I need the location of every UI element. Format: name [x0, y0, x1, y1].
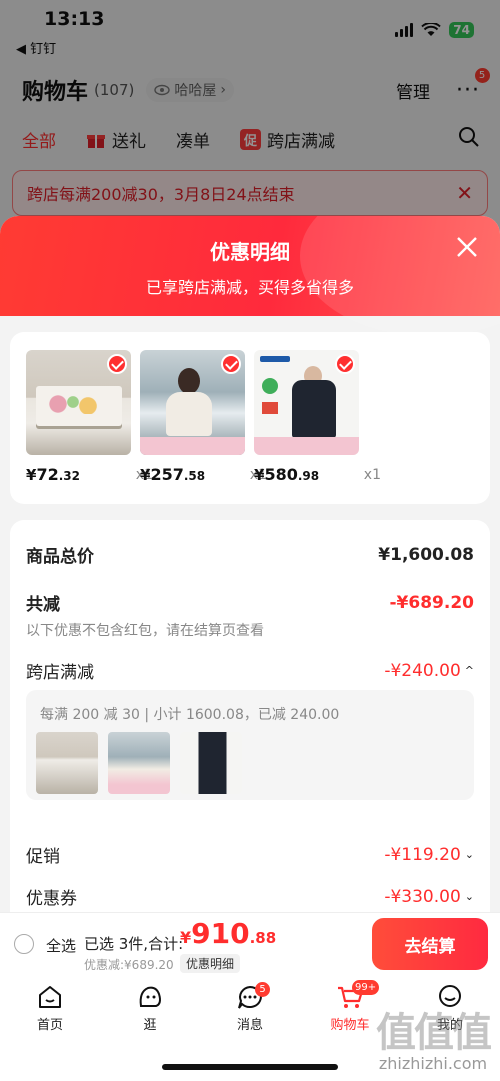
sheet-subtitle: 已享跨店满减，买得多省得多 [145, 278, 354, 297]
promotion-value-wrap: -¥119.20 ⌄ [384, 845, 474, 865]
coupon-value-wrap: -¥330.00 ⌄ [384, 887, 474, 907]
discount-rule-text: 每满 200 减 30 | 小计 1600.08，已减 240.00 [40, 707, 340, 723]
select-all-label[interactable]: 全选 [46, 935, 76, 956]
cross-store-row[interactable]: 跨店满减 -¥240.00 ^ [26, 658, 474, 684]
tab-explore[interactable]: 逛 [110, 984, 190, 1033]
checkmark-icon [335, 354, 355, 374]
cross-store-value-wrap: -¥240.00 ^ [384, 661, 474, 681]
checkmark-icon [107, 354, 127, 374]
total-reduction-label: 共减 [26, 595, 60, 615]
promotion-row[interactable]: 促销 -¥119.20 ⌄ [26, 842, 474, 868]
cross-store-label: 跨店满减 [26, 663, 94, 683]
watermark-text: zhizhizhi.com [378, 1054, 488, 1073]
tab-messages[interactable]: 消息 5 [210, 982, 290, 1033]
checkout-bar: 全选 已选 3件,合计: ¥ 910 .88 优惠减:¥689.20 优惠明细 … [0, 912, 500, 974]
watermark-logo: 值值值 [376, 1010, 492, 1056]
price-integer: 580 [264, 465, 298, 484]
mini-product-image [180, 732, 242, 794]
currency-symbol: ¥ [180, 928, 192, 947]
promotion-label: 促销 [26, 847, 60, 867]
mini-product-image [36, 732, 98, 794]
sheet-header: 优惠明细 已享跨店满减，买得多省得多 [0, 216, 500, 336]
price-decimal: .98 [297, 469, 320, 483]
price-decimal: .58 [183, 469, 206, 483]
explore-icon [139, 986, 161, 1007]
chevron-up-icon: ^ [464, 664, 474, 677]
product-image-coffee-table [26, 350, 131, 455]
product-quantity: x1 [363, 467, 381, 483]
promotion-value: -¥119.20 [384, 844, 461, 865]
total-integer: 910 [191, 917, 250, 950]
currency-symbol: ¥ [254, 466, 265, 484]
selected-count: 已选 3件,合计: [84, 935, 184, 953]
coupon-row[interactable]: 优惠券 -¥330.00 ⌄ [26, 884, 474, 910]
price-decimal: .32 [58, 469, 80, 483]
select-all-radio[interactable] [14, 934, 34, 954]
chevron-down-icon: ⌄ [464, 848, 474, 861]
modal-overlay[interactable] [0, 0, 500, 240]
discount-detail-button[interactable]: 优惠明细 [180, 954, 241, 973]
discount-summary: 优惠减:¥689.20 [84, 958, 174, 972]
product-price: ¥ 72 .32 x1 [26, 465, 153, 484]
tab-badge: 99+ [352, 980, 380, 995]
product-item[interactable]: ¥ 257 .58 x1 [140, 350, 267, 484]
price-summary-card: 商品总价 ¥1,600.08 共减 -¥689.20 以下优惠不包含红包，请在结… [10, 520, 490, 916]
currency-symbol: ¥ [26, 466, 37, 484]
checkmark-icon [221, 354, 241, 374]
product-item[interactable]: ¥ 72 .32 x1 [26, 350, 153, 484]
total-reduction-value: -¥689.20 [389, 592, 475, 613]
tab-badge: 5 [255, 982, 270, 997]
chevron-down-icon: ⌄ [464, 890, 474, 903]
tab-home[interactable]: 首页 [10, 984, 90, 1033]
subtotal-value: ¥1,600.08 [378, 544, 474, 565]
product-price: ¥ 580 .98 x1 [254, 465, 381, 484]
reduction-note: 以下优惠不包含红包，请在结算页查看 [26, 623, 264, 639]
tab-label: 逛 [143, 1018, 157, 1033]
subtotal-label: 商品总价 [26, 547, 94, 567]
currency-symbol: ¥ [140, 466, 151, 484]
cross-store-detail: 每满 200 减 30 | 小计 1600.08，已减 240.00 [26, 690, 474, 800]
coupon-label: 优惠券 [26, 889, 77, 909]
close-icon[interactable] [452, 232, 482, 262]
product-item[interactable]: ¥ 580 .98 x1 [254, 350, 381, 484]
discount-detail-sheet: 优惠明细 已享跨店满减，买得多省得多 ¥ 72 .32 x1 ¥ 257 .58… [0, 216, 500, 916]
product-image-sweater-model [140, 350, 245, 455]
product-image-down-jacket [254, 350, 359, 455]
home-icon [39, 986, 61, 1008]
price-integer: 72 [36, 465, 59, 484]
checkout-button[interactable]: 去结算 [372, 918, 488, 970]
cross-store-value: -¥240.00 [384, 660, 461, 681]
total-reduction-row: 共减 -¥689.20 [26, 590, 475, 616]
mini-product-image [108, 732, 170, 794]
selected-products-card: ¥ 72 .32 x1 ¥ 257 .58 x1 ¥ 580 .98 x1 [10, 332, 490, 504]
tab-label: 购物车 [330, 1018, 370, 1033]
site-watermark: 值值值 zhizhizhi.com [376, 1000, 492, 1073]
tab-label: 首页 [36, 1018, 63, 1033]
total-price: ¥ 910 .88 [180, 917, 276, 950]
price-integer: 257 [150, 465, 184, 484]
total-decimal: .88 [249, 929, 277, 947]
home-indicator[interactable] [162, 1064, 338, 1070]
subtotal-row: 商品总价 ¥1,600.08 [26, 542, 474, 568]
product-price: ¥ 257 .58 x1 [140, 465, 267, 484]
sheet-title: 优惠明细 [210, 240, 290, 264]
coupon-value: -¥330.00 [384, 886, 461, 907]
tab-label: 消息 [236, 1018, 263, 1033]
